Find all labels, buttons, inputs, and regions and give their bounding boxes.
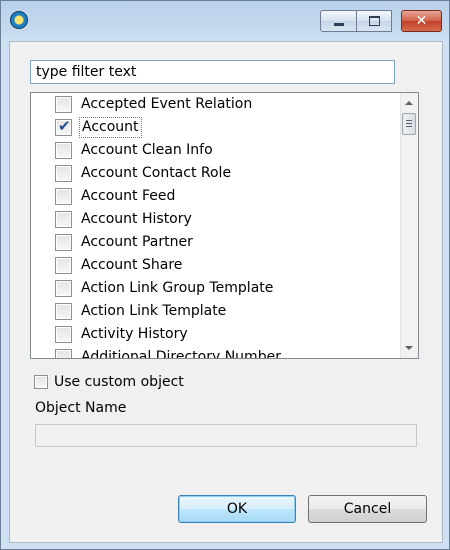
list-item-label: Account Contact Role xyxy=(81,165,232,181)
list-item-label: Account History xyxy=(81,211,192,227)
scroll-thumb[interactable] xyxy=(402,113,416,135)
list-item-checkbox[interactable] xyxy=(55,117,72,136)
list-item[interactable]: Account Clean Info xyxy=(31,139,399,162)
list-item[interactable]: Action Link Template xyxy=(31,300,399,323)
list-item[interactable]: Account Share xyxy=(31,254,399,277)
list-item-checkbox[interactable] xyxy=(55,303,72,320)
scroll-up-icon[interactable] xyxy=(405,101,413,105)
object-name-field[interactable] xyxy=(35,424,417,447)
list-item-label: Action Link Template xyxy=(81,303,227,319)
list-item-label: Account Share xyxy=(81,257,183,273)
cancel-button[interactable]: Cancel xyxy=(308,495,427,523)
list-item-checkbox[interactable] xyxy=(55,96,72,113)
use-custom-object-label: Use custom object xyxy=(54,374,184,390)
app-icon xyxy=(10,11,28,29)
title-bar[interactable]: ✕ xyxy=(1,1,449,41)
dialog-window: ✕ type filter text Accepted Event Relati… xyxy=(0,0,450,550)
list-item-label: Account xyxy=(79,117,142,138)
use-custom-object-checkbox[interactable] xyxy=(34,375,48,389)
list-item[interactable]: Additional Directory Number xyxy=(31,346,399,359)
object-list-rows: Accepted Event Relation Account Account Cl… xyxy=(31,93,399,359)
list-item-checkbox[interactable] xyxy=(55,165,72,182)
list-item-checkbox[interactable] xyxy=(55,280,72,297)
list-item-checkbox[interactable] xyxy=(55,234,72,251)
maximize-button[interactable] xyxy=(356,10,392,32)
list-item-label: Additional Directory Number xyxy=(81,349,281,359)
list-item-label: Account Clean Info xyxy=(81,142,213,158)
list-item-checkbox[interactable] xyxy=(55,349,72,358)
list-item[interactable]: Account History xyxy=(31,208,399,231)
minimize-icon xyxy=(333,22,344,26)
ok-button[interactable]: OK xyxy=(178,495,296,523)
scroll-down-icon[interactable] xyxy=(405,346,413,350)
object-name-label: Object Name xyxy=(35,400,127,416)
list-item[interactable]: Action Link Group Template xyxy=(31,277,399,300)
close-icon: ✕ xyxy=(415,13,428,29)
list-item[interactable]: Account Partner xyxy=(31,231,399,254)
filter-input[interactable]: type filter text xyxy=(30,60,395,84)
list-item[interactable]: Accepted Event Relation xyxy=(31,93,399,116)
list-item[interactable]: Account xyxy=(31,116,399,139)
list-item[interactable]: Account Contact Role xyxy=(31,162,399,185)
list-item-label: Account Partner xyxy=(81,234,193,250)
list-item[interactable]: Activity History xyxy=(31,323,399,346)
list-item-label: Activity History xyxy=(81,326,188,342)
dialog-content: type filter text Accepted Event Relation… xyxy=(9,41,443,543)
list-item-label: Account Feed xyxy=(81,188,176,204)
list-item-checkbox[interactable] xyxy=(55,326,72,343)
list-item[interactable]: Account Feed xyxy=(31,185,399,208)
maximize-icon xyxy=(368,16,380,26)
list-item-checkbox[interactable] xyxy=(55,257,72,274)
list-item-label: Accepted Event Relation xyxy=(81,96,253,112)
list-item-checkbox[interactable] xyxy=(55,142,72,159)
object-list[interactable]: Accepted Event Relation Account Account Cl… xyxy=(30,92,419,359)
close-button[interactable]: ✕ xyxy=(401,10,442,32)
list-item-checkbox[interactable] xyxy=(55,211,72,228)
list-item-checkbox[interactable] xyxy=(55,188,72,205)
minimize-button[interactable] xyxy=(320,10,357,32)
vertical-scrollbar[interactable] xyxy=(400,93,418,358)
use-custom-object-option[interactable]: Use custom object xyxy=(34,374,184,390)
list-item-label: Action Link Group Template xyxy=(81,280,274,296)
